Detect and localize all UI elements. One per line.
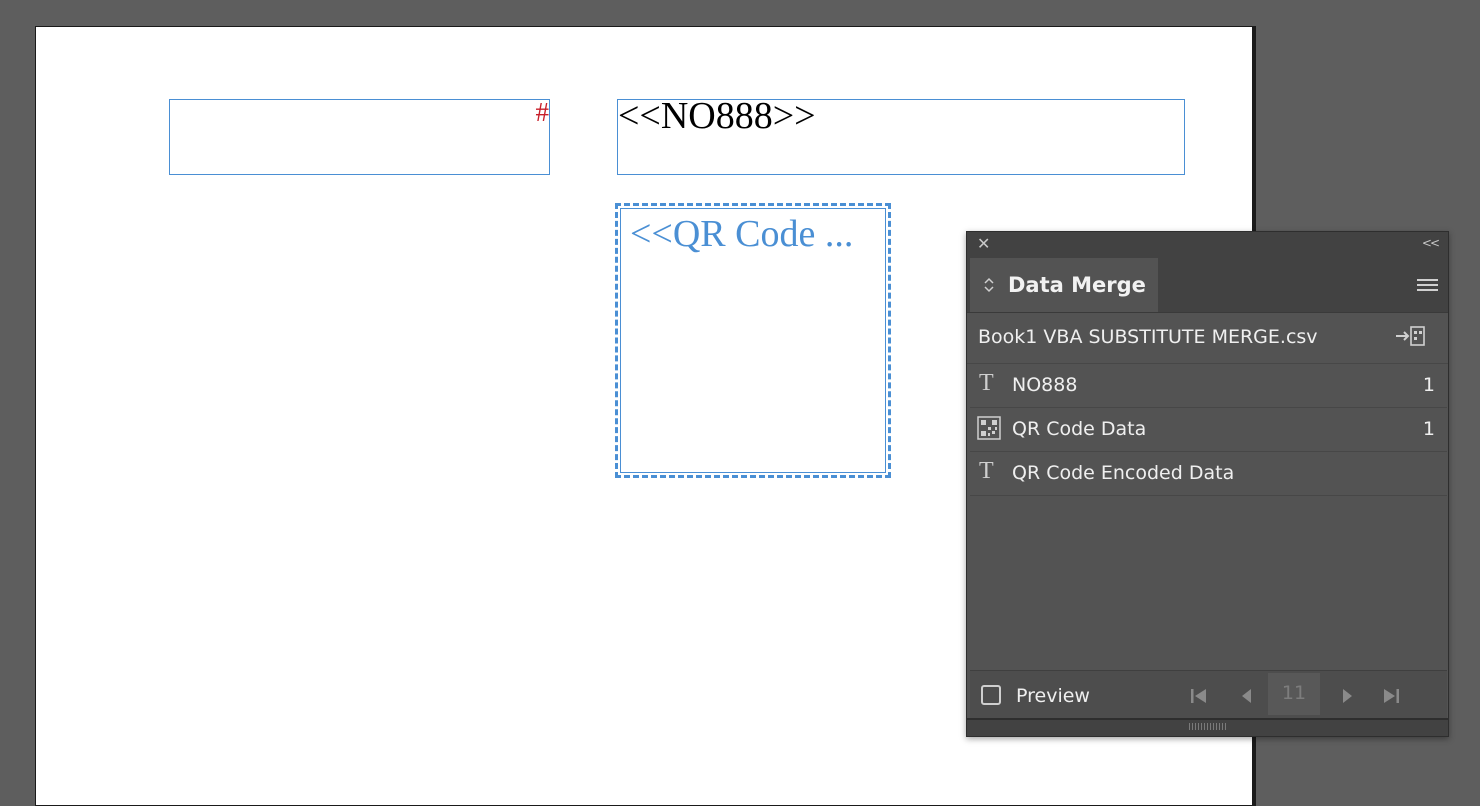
- field-list-empty-area: [970, 494, 1447, 668]
- image-field-icon: [977, 416, 1001, 440]
- field-row-qr-code-data[interactable]: QR Code Data 1: [970, 408, 1447, 452]
- field-label: NO888: [1012, 374, 1078, 396]
- preview-bar: Preview 11: [970, 670, 1447, 721]
- text-field-icon: T: [979, 458, 994, 484]
- next-record-icon[interactable]: [1336, 685, 1358, 707]
- collapse-icon[interactable]: <<: [1422, 237, 1440, 249]
- resize-grip-icon[interactable]: [1189, 723, 1227, 730]
- panel-menu-icon[interactable]: [1417, 279, 1438, 293]
- panel-tab-bar: Data Merge: [967, 258, 1448, 313]
- panel-footer: [967, 718, 1448, 736]
- first-record-icon[interactable]: [1188, 685, 1210, 707]
- qr-code-placeholder: <<QR Code ...: [630, 213, 854, 255]
- text-frame-hash[interactable]: #: [169, 99, 550, 175]
- text-field-icon: T: [979, 370, 994, 396]
- previous-record-icon[interactable]: [1236, 685, 1258, 707]
- field-count: 1: [1422, 418, 1435, 440]
- data-source-filename: Book1 VBA SUBSTITUTE MERGE.csv: [978, 326, 1318, 348]
- preview-label: Preview: [1016, 685, 1090, 707]
- field-row-qr-code-encoded-data[interactable]: T QR Code Encoded Data: [970, 452, 1447, 496]
- last-record-icon[interactable]: [1380, 685, 1402, 707]
- record-number-field[interactable]: 11: [1268, 673, 1320, 715]
- select-data-source-icon[interactable]: [1394, 324, 1426, 348]
- hash-marker: #: [535, 97, 550, 127]
- field-label: QR Code Data: [1012, 418, 1147, 440]
- field-count: 1: [1422, 374, 1435, 396]
- field-label: QR Code Encoded Data: [1012, 462, 1235, 484]
- tab-label: Data Merge: [1008, 273, 1146, 297]
- tab-expand-arrows-icon[interactable]: [984, 277, 994, 294]
- field-row-no888[interactable]: T NO888 1: [970, 364, 1447, 408]
- qr-code-frame[interactable]: <<QR Code ...: [615, 203, 891, 478]
- tab-data-merge[interactable]: Data Merge: [970, 258, 1158, 312]
- text-frame-no888[interactable]: <<NO888>>: [617, 95, 1185, 175]
- data-merge-panel: ✕ << Data Merge Book1 VBA SUBSTITUTE MER…: [966, 231, 1449, 737]
- panel-title-bar[interactable]: ✕ <<: [967, 232, 1448, 258]
- preview-checkbox[interactable]: [981, 685, 1001, 705]
- no888-placeholder: <<NO888>>: [618, 95, 816, 137]
- data-source-row: Book1 VBA SUBSTITUTE MERGE.csv: [967, 314, 1448, 364]
- close-icon[interactable]: ✕: [977, 236, 990, 252]
